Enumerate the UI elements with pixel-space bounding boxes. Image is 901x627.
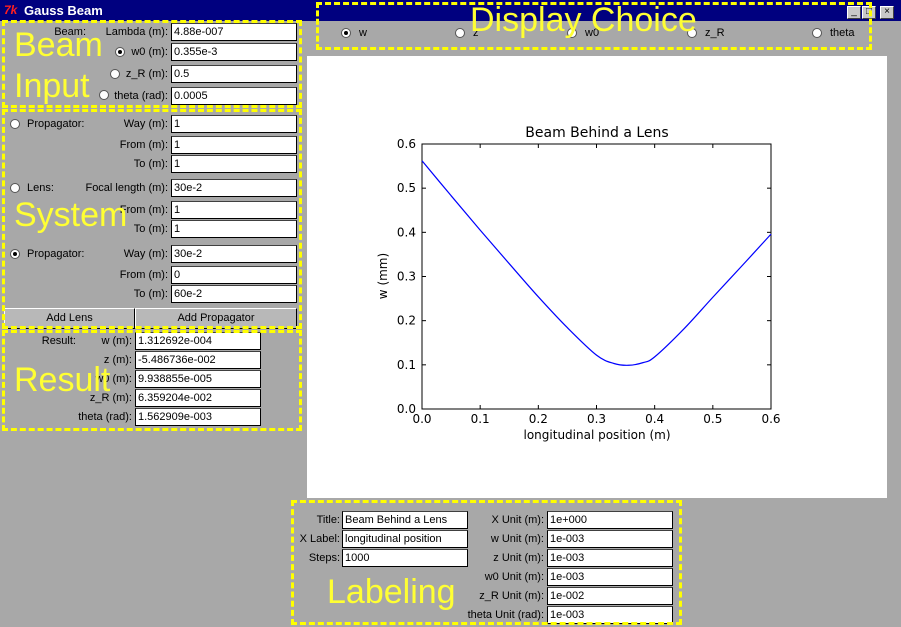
plot-panel: Beam Behind a Lens 0.0 0.1 0.2 0.3 0.4 0.5 0.6… [307, 56, 887, 498]
annotation-display-choice: Display Choice [470, 1, 697, 39]
window-title: Gauss Beam [24, 3, 103, 18]
y-tick-label: 0.0 [397, 402, 416, 416]
y-tick-label: 0.4 [397, 225, 416, 239]
close-icon[interactable]: × [880, 6, 894, 19]
annotation-input: Input [14, 67, 90, 105]
y-tick-label: 0.5 [397, 181, 416, 195]
annotation-beam: Beam [14, 26, 103, 64]
y-tick-label: 0.3 [397, 270, 416, 284]
x-tick-label: 0.4 [645, 412, 664, 426]
annotation-labeling: Labeling [327, 573, 456, 611]
y-tick-label: 0.2 [397, 314, 416, 328]
series-line-w [421, 160, 772, 366]
x-tick-label: 0.3 [587, 412, 606, 426]
y-tick-label: 0.6 [397, 137, 416, 151]
tk-logo-icon: 7k [4, 3, 18, 17]
chart-title: Beam Behind a Lens [525, 125, 668, 141]
annotation-system: System [14, 196, 128, 234]
annotation-result: Result [14, 361, 111, 399]
x-tick-label: 0.6 [761, 412, 780, 426]
chart-axes-frame [421, 143, 772, 410]
x-tick-label: 0.5 [703, 412, 722, 426]
beam-chart: Beam Behind a Lens 0.0 0.1 0.2 0.3 0.4 0.5 0.6… [376, 125, 781, 442]
x-axis-label: longitudinal position (m) [524, 428, 671, 442]
x-tick-label: 0.1 [471, 412, 490, 426]
x-tick-label: 0.2 [529, 412, 548, 426]
y-axis-label: w (mm) [376, 253, 390, 299]
y-tick-label: 0.1 [397, 358, 416, 372]
